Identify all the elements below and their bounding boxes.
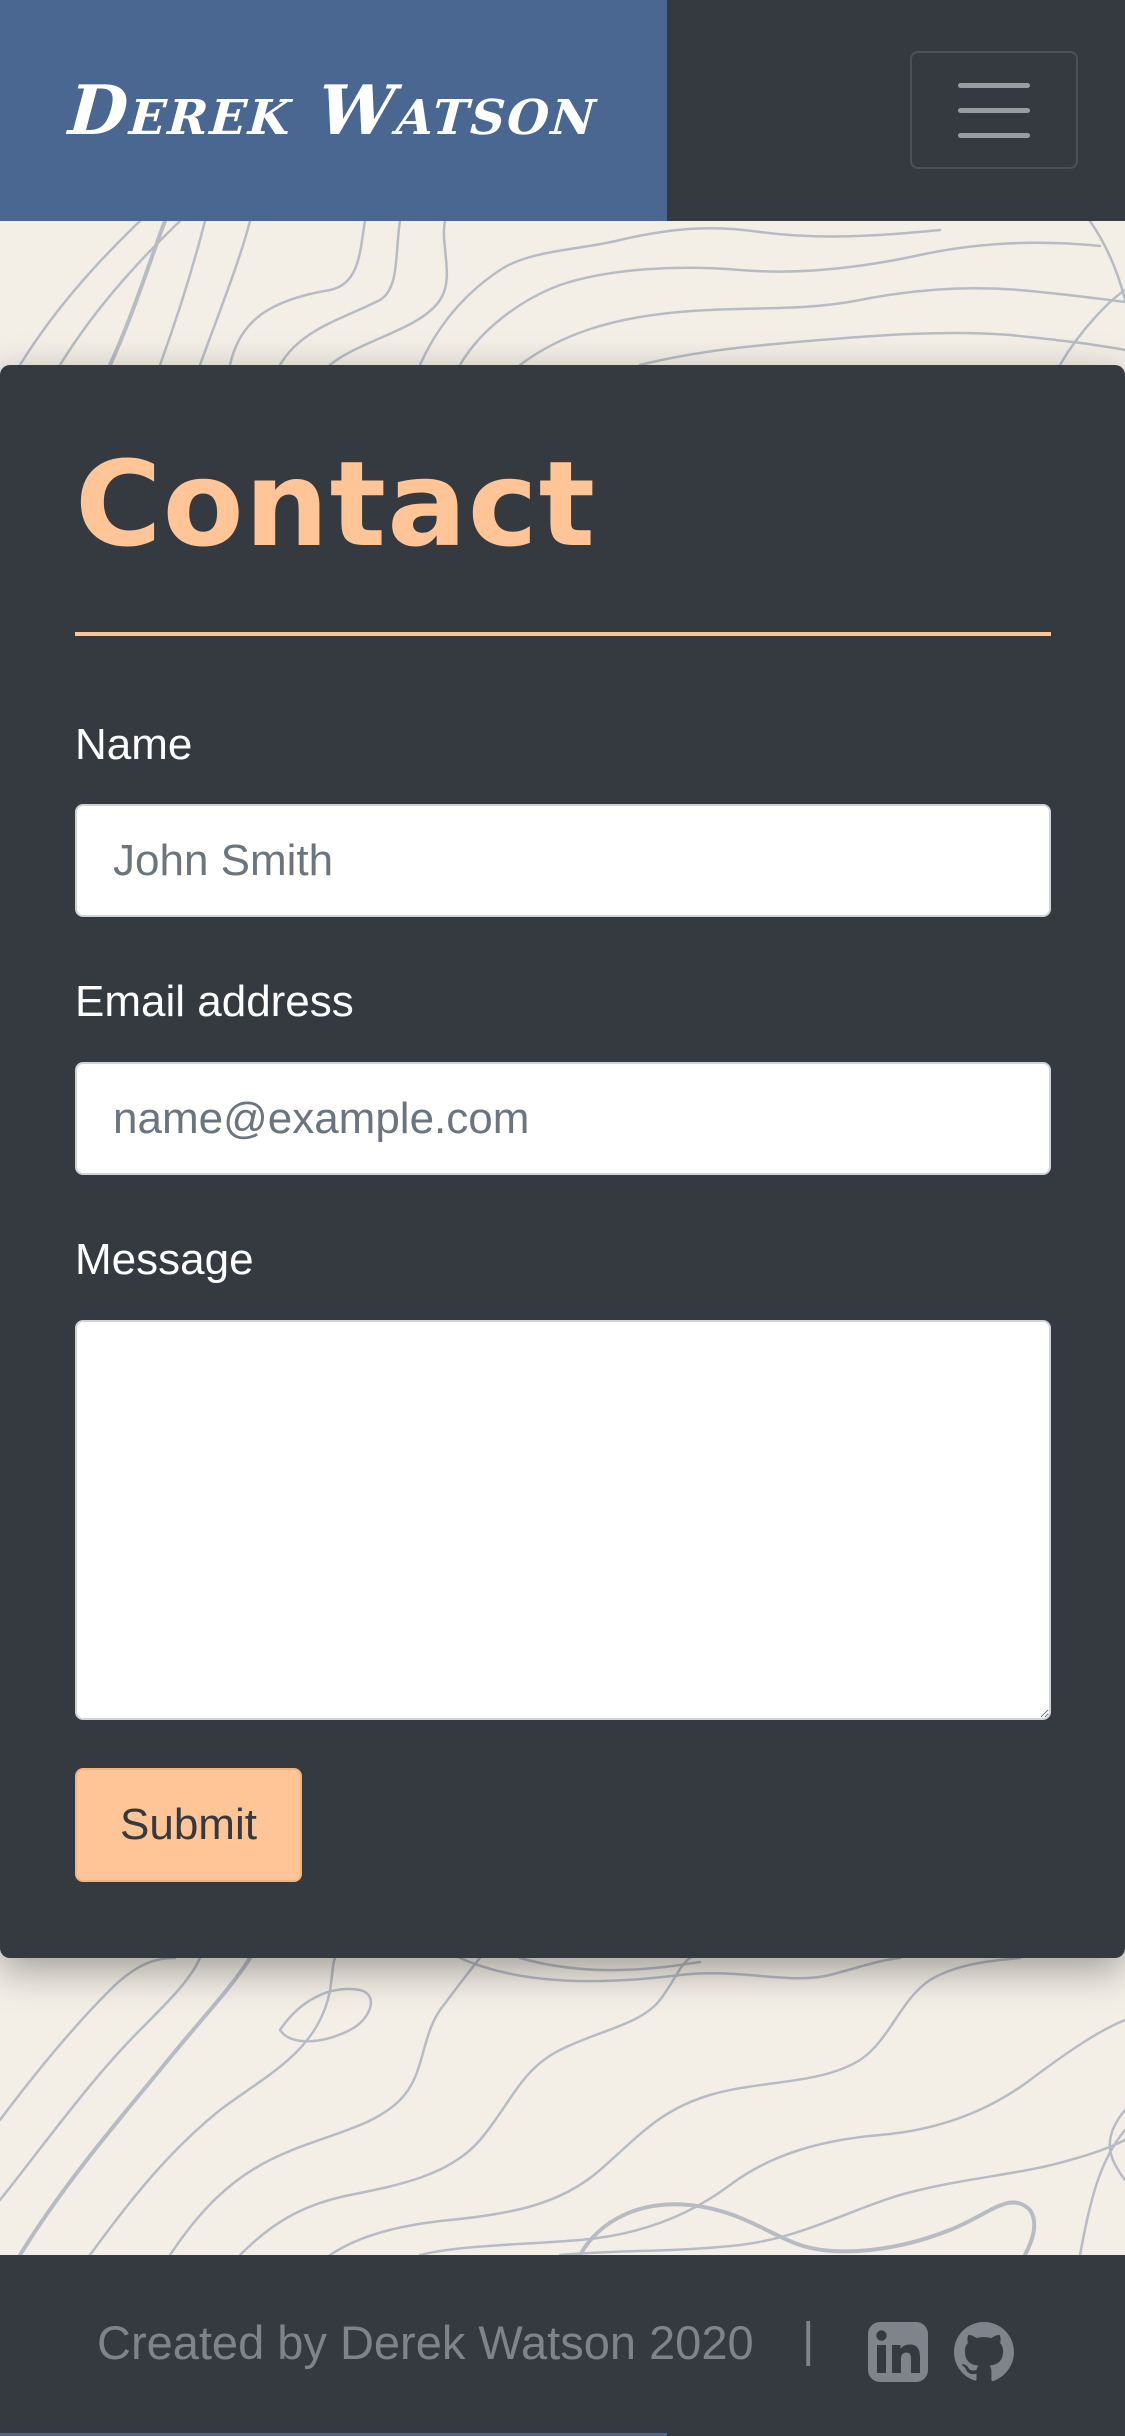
footer: Created by Derek Watson 2020 |: [0, 2255, 1125, 2436]
contact-card: Contact Name Email address Message Submi…: [0, 365, 1125, 1958]
linkedin-icon[interactable]: [866, 2320, 930, 2384]
email-label: Email address: [75, 977, 354, 1026]
brand-logo-link[interactable]: Derek Watson: [66, 71, 600, 151]
submit-button[interactable]: Submit: [75, 1768, 302, 1882]
title-divider: [75, 632, 1051, 636]
brand-block: Derek Watson: [0, 0, 667, 221]
footer-separator: |: [802, 2314, 815, 2367]
message-label: Message: [75, 1235, 254, 1284]
name-label: Name: [75, 720, 193, 769]
hamburger-menu-icon: [958, 82, 1030, 88]
page-title: Contact: [75, 435, 597, 573]
navbar: Derek Watson: [0, 0, 1125, 221]
hamburger-menu-icon: [958, 132, 1030, 138]
footer-credit: Created by Derek Watson 2020: [97, 2316, 754, 2369]
message-textarea[interactable]: [75, 1320, 1051, 1720]
hamburger-menu-icon: [958, 107, 1030, 113]
menu-toggle-button[interactable]: [910, 51, 1078, 169]
github-icon[interactable]: [952, 2320, 1016, 2384]
name-input[interactable]: [75, 804, 1051, 917]
email-input[interactable]: [75, 1062, 1051, 1175]
